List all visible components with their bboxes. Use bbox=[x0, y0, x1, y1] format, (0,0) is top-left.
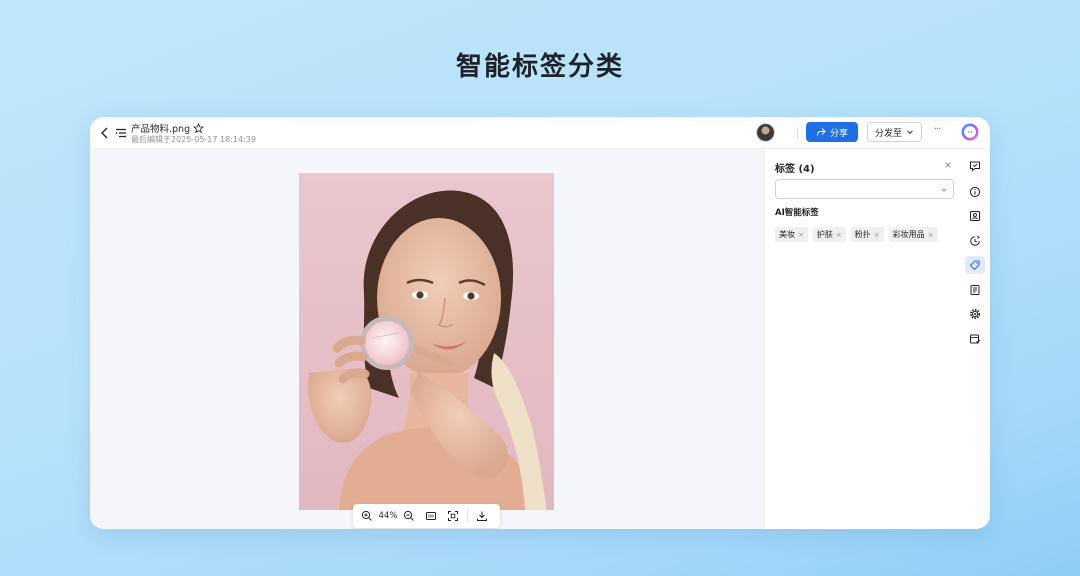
tag-panel: 标签 (4) AI智能标签 美妆 × 护肤 × 粉扑 × 彩妆用品 × bbox=[764, 149, 960, 529]
toolbar-divider bbox=[797, 127, 798, 139]
tag-remove-icon[interactable]: × bbox=[928, 231, 934, 239]
tag-label: 美妆 bbox=[779, 230, 795, 239]
settings-icon[interactable] bbox=[969, 308, 981, 320]
task-icon[interactable] bbox=[969, 333, 981, 345]
document-icon[interactable] bbox=[969, 284, 981, 296]
tag-label: 彩妆用品 bbox=[892, 230, 925, 239]
zoom-toolbar: 44% bbox=[353, 504, 500, 528]
tag-remove-icon[interactable]: × bbox=[798, 231, 804, 239]
tag-chip[interactable]: 粉扑 × bbox=[850, 227, 884, 242]
info-icon[interactable] bbox=[969, 186, 981, 198]
zoom-toolbar-divider bbox=[467, 510, 468, 522]
tag-label: 护肤 bbox=[816, 230, 833, 239]
actual-size-icon[interactable] bbox=[425, 510, 437, 522]
right-icon-rail bbox=[960, 149, 990, 529]
share-icon bbox=[816, 128, 826, 136]
distribute-label: 分发至 bbox=[874, 128, 902, 139]
ai-tag-list: 美妆 × 护肤 × 粉扑 × 彩妆用品 × bbox=[775, 227, 938, 242]
tag-icon[interactable] bbox=[969, 259, 981, 271]
last-edited-time: 最后编辑于2025-05-17 18:14:39 bbox=[131, 135, 256, 144]
close-icon[interactable] bbox=[943, 160, 953, 170]
share-label: 分享 bbox=[829, 128, 848, 139]
zoom-in-icon[interactable] bbox=[361, 510, 373, 522]
ai-tags-section-label: AI智能标签 bbox=[775, 208, 819, 218]
comment-icon[interactable] bbox=[969, 160, 981, 172]
file-name: 产品物料.png bbox=[131, 124, 191, 135]
history-icon[interactable] bbox=[969, 235, 981, 247]
zoom-level: 44% bbox=[378, 511, 398, 521]
zoom-out-icon[interactable] bbox=[403, 510, 415, 522]
product-photo bbox=[299, 173, 554, 510]
file-title-row: 产品物料.png bbox=[131, 121, 205, 135]
image-canvas: 44% bbox=[90, 149, 764, 529]
share-button[interactable]: 分享 bbox=[806, 122, 858, 142]
app-window: 产品物料.png 最后编辑于2025-05-17 18:14:39 分享 分发至… bbox=[90, 117, 990, 529]
tag-chip[interactable]: 美妆 × bbox=[775, 227, 808, 242]
woman-holding-compact-image bbox=[299, 173, 554, 510]
image-info-icon[interactable] bbox=[969, 210, 981, 222]
star-icon[interactable] bbox=[193, 122, 205, 134]
tag-remove-icon[interactable]: × bbox=[836, 231, 842, 239]
page-headline: 智能标签分类 bbox=[455, 52, 624, 82]
outline-menu-icon[interactable] bbox=[114, 126, 128, 140]
avatar[interactable] bbox=[756, 123, 775, 142]
tag-chip[interactable]: 护肤 × bbox=[812, 227, 846, 242]
top-bar: 产品物料.png 最后编辑于2025-05-17 18:14:39 分享 分发至… bbox=[90, 117, 990, 149]
tag-chip[interactable]: 彩妆用品 × bbox=[888, 227, 938, 242]
tag-panel-title: 标签 (4) bbox=[775, 164, 815, 175]
chevron-down-icon bbox=[941, 188, 947, 193]
fit-screen-icon[interactable] bbox=[447, 510, 459, 522]
ai-assistant-icon[interactable] bbox=[961, 123, 979, 141]
tag-select-dropdown[interactable] bbox=[775, 179, 954, 199]
back-arrow-icon[interactable] bbox=[98, 126, 112, 140]
distribute-button[interactable]: 分发至 bbox=[867, 122, 922, 142]
chevron-down-icon bbox=[907, 130, 913, 135]
tag-remove-icon[interactable]: × bbox=[874, 231, 880, 239]
download-icon[interactable] bbox=[476, 510, 488, 522]
tag-label: 粉扑 bbox=[854, 230, 871, 239]
more-button[interactable]: ··· bbox=[930, 124, 944, 140]
